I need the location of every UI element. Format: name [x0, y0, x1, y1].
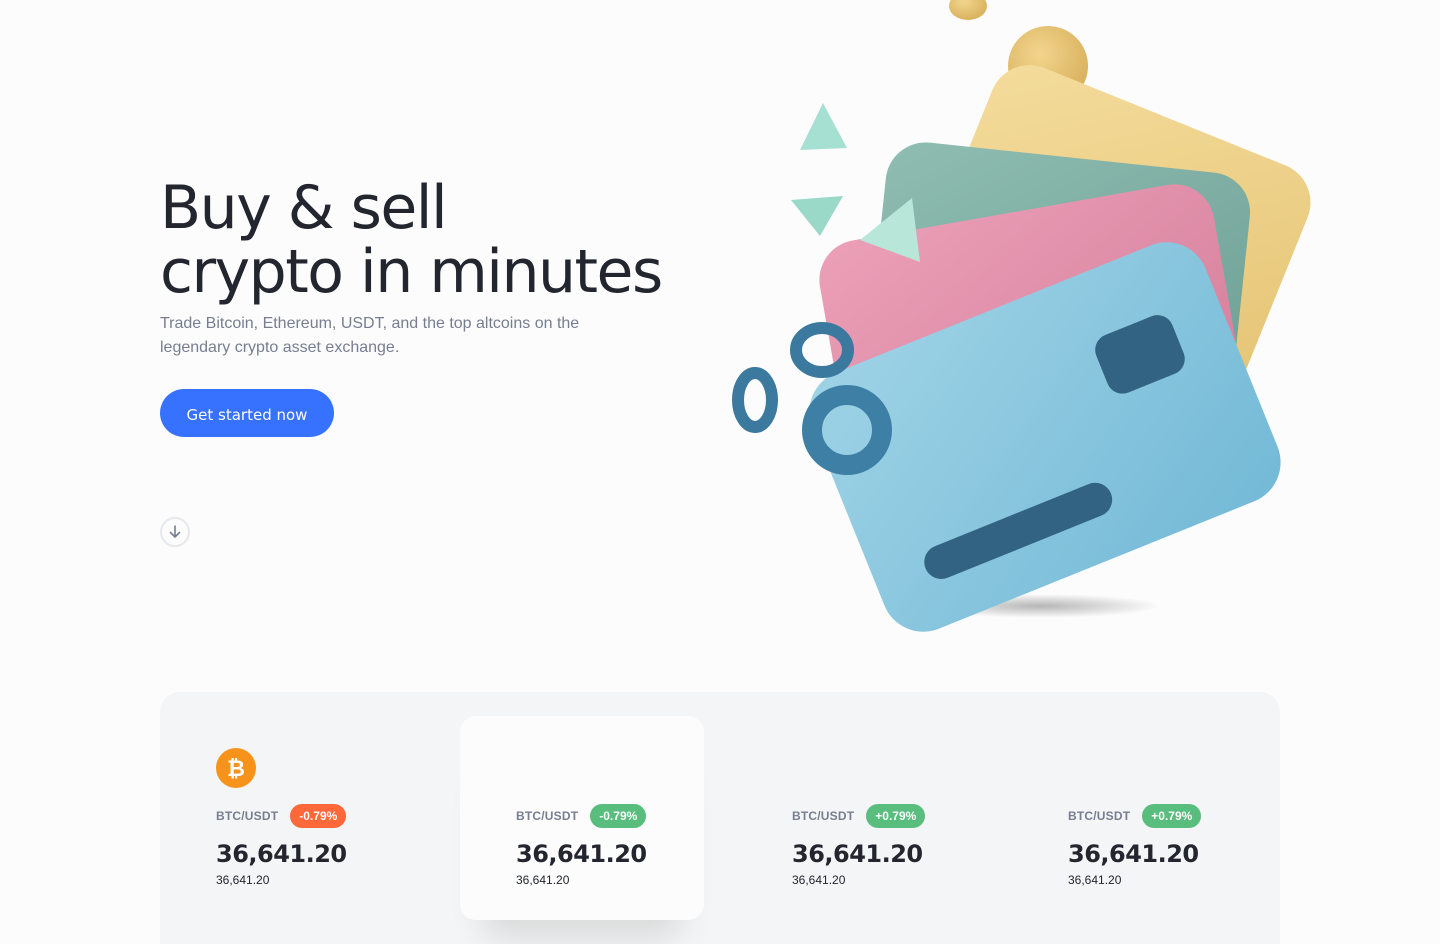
get-started-button[interactable]: Get started now [160, 389, 334, 437]
hero-title: Buy & sell crypto in minutes [160, 173, 663, 307]
bitcoin-icon: ₿ [216, 748, 256, 788]
change-badge: +0.79% [866, 804, 926, 828]
ticker-sub-price: 36,641.20 [516, 873, 570, 887]
ticker-sub-price: 36,641.20 [792, 873, 846, 887]
ticker-header: BTC/USDT +0.79% [1068, 804, 1202, 828]
scroll-down-button[interactable] [160, 517, 190, 547]
ticker-sub-price: 36,641.20 [216, 873, 270, 887]
ticker-card-btc-3[interactable]: BTC/USDT +0.79% 36,641.20 36,641.20 [736, 716, 980, 920]
ticker-price: 36,641.20 [1068, 840, 1199, 868]
market-ticker-panel: ₿ BTC/USDT -0.79% 36,641.20 36,641.20 BT… [160, 692, 1280, 944]
ticker-header: BTC/USDT -0.79% [516, 804, 647, 828]
hero-subtitle: Trade Bitcoin, Ethereum, USDT, and the t… [160, 315, 580, 356]
ticker-price: 36,641.20 [216, 840, 347, 868]
ticker-card-btc-4[interactable]: BTC/USDT +0.79% 36,641.20 36,641.20 [1012, 716, 1256, 920]
ticker-pair: BTC/USDT [1068, 809, 1131, 823]
ticker-card-btc-1[interactable]: ₿ BTC/USDT -0.79% 36,641.20 36,641.20 [160, 716, 404, 920]
ticker-price: 36,641.20 [516, 840, 647, 868]
change-badge: -0.79% [590, 804, 647, 828]
ticker-pair: BTC/USDT [792, 809, 855, 823]
svg-text:₿: ₿ [227, 757, 245, 782]
wallet-cards-illustration [732, 0, 1311, 632]
ticker-price: 36,641.20 [792, 840, 923, 868]
change-badge: -0.79% [290, 804, 347, 828]
change-badge: +0.79% [1142, 804, 1202, 828]
hero-title-line-1: Buy & sell [160, 173, 448, 243]
ticker-card-btc-2[interactable]: BTC/USDT -0.79% 36,641.20 36,641.20 [460, 716, 704, 920]
ticker-pair: BTC/USDT [216, 809, 279, 823]
hero-title-line-2: crypto in minutes [160, 237, 663, 307]
ticker-pair: BTC/USDT [516, 809, 579, 823]
ticker-header: BTC/USDT +0.79% [792, 804, 926, 828]
ticker-sub-price: 36,641.20 [1068, 873, 1122, 887]
arrow-down-icon [169, 525, 181, 538]
ticker-header: BTC/USDT -0.79% [216, 804, 347, 828]
